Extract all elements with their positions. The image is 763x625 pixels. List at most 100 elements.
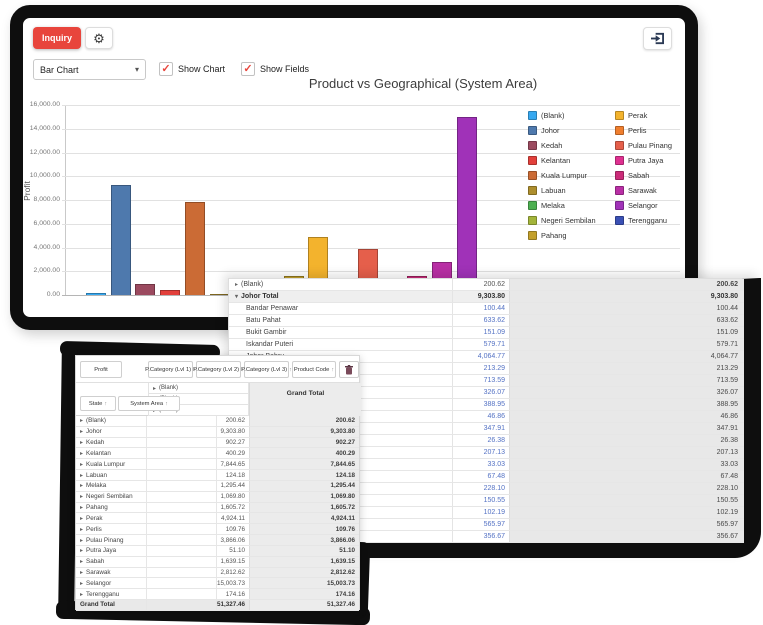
- cell-value[interactable]: 326.07: [453, 389, 509, 396]
- legend-item[interactable]: Negeri Sembilan: [528, 213, 605, 228]
- cell-value[interactable]: 388.95: [453, 401, 509, 408]
- expand-icon[interactable]: ▸: [80, 537, 83, 544]
- row-label: ▸Kuala Lumpur: [76, 459, 146, 469]
- cell-value[interactable]: 207.13: [453, 449, 509, 456]
- sort-asc-icon[interactable]: ↑: [165, 401, 168, 407]
- cell-value[interactable]: 579.71: [453, 341, 509, 348]
- cell-value[interactable]: 151.09: [453, 329, 509, 336]
- legend-item[interactable]: Perak: [615, 108, 692, 123]
- row-field-button[interactable]: State↑: [80, 396, 116, 411]
- sort-asc-icon[interactable]: ↑: [104, 401, 107, 407]
- show-fields-checkbox[interactable]: ✓: [241, 62, 255, 76]
- cell-value[interactable]: 100.44: [453, 305, 509, 312]
- legend-label: Labuan: [541, 186, 566, 195]
- collapsed-column-item[interactable]: ▸(Blank): [148, 383, 249, 394]
- inquiry-button[interactable]: Inquiry: [33, 27, 81, 49]
- grand-total-value: 713.59: [509, 375, 744, 386]
- remove-field-button[interactable]: [339, 361, 359, 378]
- column-field-button[interactable]: P.Category (Lvl 2)↑: [196, 361, 241, 378]
- legend-item[interactable]: Sabah: [615, 168, 692, 183]
- legend-item[interactable]: Putra Jaya: [615, 153, 692, 168]
- expand-icon[interactable]: ▸: [80, 526, 83, 533]
- system-area-cell: [146, 557, 216, 567]
- expand-icon[interactable]: ▸: [80, 547, 83, 554]
- legend-item[interactable]: Kuala Lumpur: [528, 168, 605, 183]
- cell-value[interactable]: 67.48: [453, 473, 509, 480]
- measure-field-button[interactable]: Profit: [80, 361, 122, 378]
- expand-icon[interactable]: ▸: [80, 493, 83, 500]
- legend-item[interactable]: Pulau Pinang: [615, 138, 692, 153]
- expand-icon[interactable]: ▸: [80, 472, 83, 479]
- row-label: Iskandar Puteri: [229, 339, 453, 350]
- exit-button[interactable]: [643, 27, 672, 50]
- column-field-button[interactable]: P.Category (Lvl 3)↑: [244, 361, 289, 378]
- grand-total-value: 9,303.80: [249, 427, 359, 437]
- legend-item[interactable]: Johor: [528, 123, 605, 138]
- cell-value[interactable]: 33.03: [453, 461, 509, 468]
- cell-value[interactable]: 565.97: [453, 521, 509, 528]
- bar--blank-[interactable]: [86, 293, 106, 295]
- cell-value[interactable]: 102.19: [453, 509, 509, 516]
- expand-icon[interactable]: ▸: [80, 461, 83, 468]
- expand-icon[interactable]: ▸: [235, 281, 238, 288]
- expand-icon[interactable]: ▸: [80, 580, 83, 587]
- legend-item[interactable]: Kelantan: [528, 153, 605, 168]
- cell-value[interactable]: 633.62: [453, 317, 509, 324]
- expand-icon[interactable]: ▸: [80, 515, 83, 522]
- legend-item[interactable]: Labuan: [528, 183, 605, 198]
- bar-kuala-lumpur[interactable]: [185, 202, 205, 295]
- row-label-text: Selangor: [86, 580, 111, 587]
- cell-value[interactable]: 150.55: [453, 497, 509, 504]
- legend-item[interactable]: Selangor: [615, 198, 692, 213]
- bar-kedah[interactable]: [135, 284, 155, 295]
- legend-item[interactable]: Terengganu: [615, 213, 692, 228]
- legend-item[interactable]: Sarawak: [615, 183, 692, 198]
- column-field-button[interactable]: P.Category (Lvl 1)↑: [148, 361, 193, 378]
- cell-value[interactable]: 46.86: [453, 413, 509, 420]
- legend-item[interactable]: Kedah: [528, 138, 605, 153]
- expand-icon[interactable]: ▸: [80, 569, 83, 576]
- legend-label: Putra Jaya: [628, 156, 663, 165]
- expand-icon[interactable]: ▸: [80, 428, 83, 435]
- expand-icon[interactable]: ▸: [80, 482, 83, 489]
- legend-item[interactable]: Melaka: [528, 198, 605, 213]
- cell-value[interactable]: 347.91: [453, 425, 509, 432]
- expand-icon[interactable]: ▸: [80, 504, 83, 511]
- settings-button[interactable]: ⚙: [85, 27, 113, 49]
- row-field-button[interactable]: System Area↑: [118, 396, 180, 411]
- table-row: Bukit Gambir151.09151.09: [229, 327, 744, 339]
- sort-asc-icon[interactable]: ↑: [331, 367, 334, 373]
- cell-value[interactable]: 4,064.77: [453, 353, 509, 360]
- grand-total-value: 2,812.62: [249, 568, 359, 578]
- bar-johor[interactable]: [111, 185, 131, 295]
- column-field-button[interactable]: Product Code↑: [292, 361, 336, 378]
- row-label: ▸Labuan: [76, 470, 146, 480]
- row-label-text: (Blank): [241, 281, 263, 288]
- bar-selangor[interactable]: [457, 117, 477, 295]
- y-tick-label: 0.00: [16, 291, 60, 298]
- cell-value[interactable]: 713.59: [453, 377, 509, 384]
- show-chart-checkbox[interactable]: ✓: [159, 62, 173, 76]
- cell-value[interactable]: 213.29: [453, 365, 509, 372]
- legend-item[interactable]: (Blank): [528, 108, 605, 123]
- cell-value[interactable]: 228.10: [453, 485, 509, 492]
- bar-kelantan[interactable]: [160, 290, 180, 295]
- legend-swatch: [615, 201, 624, 210]
- expand-icon[interactable]: ▸: [80, 439, 83, 446]
- chart-type-select[interactable]: Bar Chart ▾: [33, 59, 146, 80]
- expand-icon[interactable]: ▸: [80, 417, 83, 424]
- expand-icon[interactable]: ▸: [80, 591, 83, 598]
- collapse-icon[interactable]: ▾: [235, 293, 238, 300]
- table-row: Grand Total51,327.4651,327.46: [76, 600, 359, 611]
- grand-total-value: 356.67: [509, 531, 744, 542]
- expand-icon[interactable]: ▸: [153, 385, 156, 392]
- row-label-text: Batu Pahat: [246, 317, 281, 324]
- expand-icon[interactable]: ▸: [80, 558, 83, 565]
- legend-item[interactable]: Perlis: [615, 123, 692, 138]
- expand-icon[interactable]: ▸: [80, 450, 83, 457]
- cell-value[interactable]: 26.38: [453, 437, 509, 444]
- y-tick-label: 12,000.00: [16, 149, 60, 156]
- bar-labuan[interactable]: [210, 294, 230, 296]
- cell-value[interactable]: 356.67: [453, 533, 509, 540]
- legend-item[interactable]: Pahang: [528, 228, 605, 243]
